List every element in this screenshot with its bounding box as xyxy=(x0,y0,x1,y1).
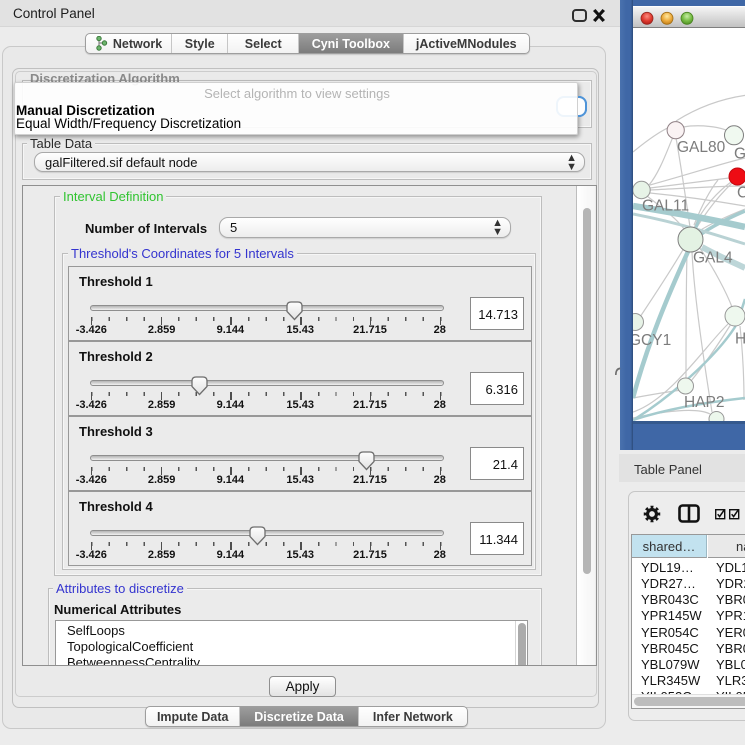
svg-text:GAL4: GAL4 xyxy=(693,250,733,267)
svg-text:C: C xyxy=(737,185,745,202)
svg-text:H: H xyxy=(735,331,745,348)
svg-text:GAL11: GAL11 xyxy=(642,198,689,215)
svg-text:GAL: GAL xyxy=(734,146,745,163)
svg-text:GCY1: GCY1 xyxy=(633,332,671,349)
svg-text:GAL80: GAL80 xyxy=(677,139,726,156)
svg-text:HAP2: HAP2 xyxy=(684,394,725,411)
